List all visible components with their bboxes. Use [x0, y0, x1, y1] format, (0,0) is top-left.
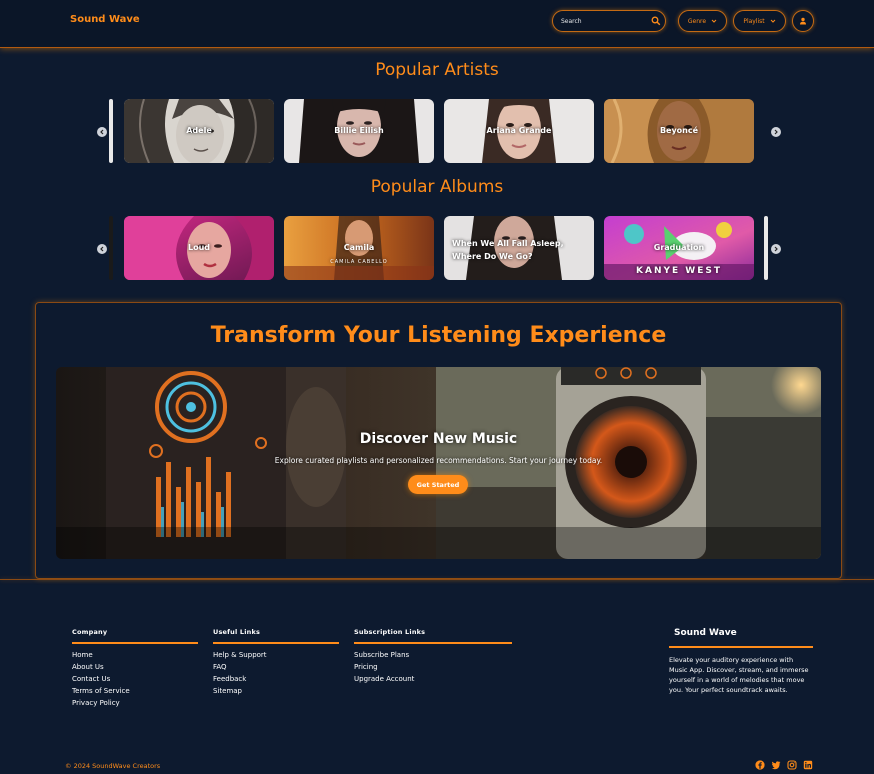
album-card-graduation[interactable]: KANYE WEST Graduation	[604, 216, 754, 280]
footer-column-heading: Useful Links	[213, 628, 261, 636]
genre-dropdown[interactable]: Genre	[678, 10, 727, 32]
album-cover-text: CAMILA CABELLO	[330, 259, 388, 265]
promo-banner: Discover New Music Explore curated playl…	[56, 367, 821, 559]
footer-link-feedback[interactable]: Feedback	[213, 673, 339, 685]
artists-prev-arrow[interactable]	[97, 127, 107, 137]
footer-link-home[interactable]: Home	[72, 649, 198, 661]
copyright-text: © 2024 SoundWave Creators	[65, 762, 161, 770]
search-icon[interactable]	[651, 16, 661, 26]
footer-about-text: Elevate your auditory experience with Mu…	[669, 656, 809, 694]
footer-about-heading: Sound Wave	[674, 628, 737, 638]
get-started-button[interactable]: Get Started	[408, 475, 468, 494]
footer-divider	[0, 579, 874, 580]
search-box	[552, 10, 666, 32]
artist-name: Beyoncé	[659, 126, 699, 135]
popular-artists-title: Popular Artists	[375, 60, 499, 80]
artist-name: Billie Eilish	[334, 126, 384, 135]
album-name: Loud	[187, 243, 210, 252]
user-icon	[800, 17, 806, 25]
album-card-camila[interactable]: CAMILA CABELLO Camila	[284, 216, 434, 280]
footer-link-about[interactable]: About Us	[72, 661, 198, 673]
promo-section: Transform Your Listening Experience Disc…	[35, 302, 842, 579]
chevron-right-icon	[774, 246, 778, 252]
carousel-edge	[764, 216, 768, 280]
twitter-icon[interactable]	[771, 760, 781, 770]
footer-rule	[669, 646, 813, 648]
footer-link-subscribe-plans[interactable]: Subscribe Plans	[354, 649, 512, 661]
footer-about: Sound Wave Elevate your auditory experie…	[669, 628, 813, 695]
promo-title: Transform Your Listening Experience	[210, 323, 667, 348]
user-profile-button[interactable]	[792, 10, 814, 32]
album-card-loud[interactable]: Loud	[124, 216, 274, 280]
banner-description: Explore curated playlists and personaliz…	[274, 456, 603, 465]
footer-rule	[354, 642, 512, 644]
album-name: When We All Fall Asleep, Where Do We Go?	[452, 239, 564, 261]
artist-card-ariana-grande[interactable]: Ariana Grande	[444, 99, 594, 163]
chevron-down-icon	[711, 19, 717, 23]
artist-card-adele[interactable]: Adele	[124, 99, 274, 163]
album-name: Graduation	[653, 243, 705, 252]
album-name: Camila	[343, 243, 375, 252]
search-input[interactable]	[561, 15, 647, 28]
footer-column-heading: Subscription Links	[354, 628, 426, 636]
carousel-edge	[109, 216, 113, 280]
footer-link-faq[interactable]: FAQ	[213, 661, 339, 673]
footer-rule	[72, 642, 198, 644]
chevron-right-icon	[774, 129, 778, 135]
footer-column-heading: Company	[72, 628, 108, 636]
footer-link-upgrade[interactable]: Upgrade Account	[354, 673, 512, 685]
footer-link-help[interactable]: Help & Support	[213, 649, 339, 661]
artist-card-billie-eilish[interactable]: Billie Eilish	[284, 99, 434, 163]
footer-link-sitemap[interactable]: Sitemap	[213, 685, 339, 697]
artists-next-arrow[interactable]	[771, 127, 781, 137]
banner-heading: Discover New Music	[359, 431, 518, 447]
footer-subscription-column: Subscription Links Subscribe Plans Prici…	[354, 628, 512, 685]
footer-link-terms[interactable]: Terms of Service	[72, 685, 198, 697]
playlist-label: Playlist	[743, 17, 765, 25]
chevron-left-icon	[100, 129, 104, 135]
albums-next-arrow[interactable]	[771, 244, 781, 254]
footer-rule	[213, 642, 339, 644]
top-navbar: Sound Wave Genre Playlist	[0, 0, 874, 48]
footer-company-column: Company Home About Us Contact Us Terms o…	[72, 628, 198, 709]
artist-name: Ariana Grande	[486, 126, 552, 135]
artist-name: Adele	[186, 126, 212, 135]
artist-card-beyonce[interactable]: Beyoncé	[604, 99, 754, 163]
playlist-dropdown[interactable]: Playlist	[733, 10, 786, 32]
linkedin-icon[interactable]	[803, 760, 813, 770]
popular-albums-title: Popular Albums	[370, 177, 504, 197]
album-cover-text: KANYE WEST	[636, 266, 722, 276]
brand-logo[interactable]: Sound Wave	[70, 14, 140, 25]
facebook-icon[interactable]	[755, 760, 765, 770]
genre-label: Genre	[687, 17, 707, 25]
footer-link-contact[interactable]: Contact Us	[72, 673, 198, 685]
albums-prev-arrow[interactable]	[97, 244, 107, 254]
footer-useful-column: Useful Links Help & Support FAQ Feedback…	[213, 628, 339, 697]
chevron-down-icon	[770, 19, 776, 23]
carousel-edge	[109, 99, 113, 163]
chevron-left-icon	[100, 246, 104, 252]
album-card-when-we-all-fall-asleep[interactable]: When We All Fall Asleep, Where Do We Go?	[444, 216, 594, 280]
instagram-icon[interactable]	[787, 760, 797, 770]
footer-link-pricing[interactable]: Pricing	[354, 661, 512, 673]
footer-link-privacy[interactable]: Privacy Policy	[72, 697, 198, 709]
